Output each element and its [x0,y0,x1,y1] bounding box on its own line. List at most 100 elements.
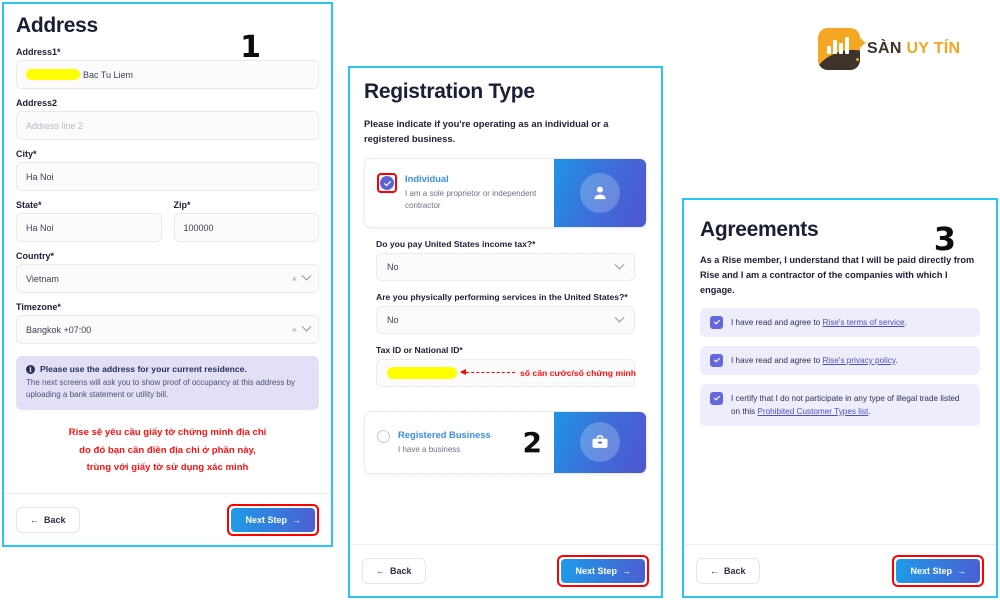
info-heading: Please use the address for your current … [40,364,247,374]
address1-input[interactable]: Bac Tu Liem [16,60,319,89]
chevron-down-icon[interactable] [614,312,625,323]
redaction-block [26,69,80,80]
page-title-address: Address [16,14,98,37]
logo-dot [856,58,859,61]
arrow-right-icon: → [292,514,301,525]
agreements-footer: ← Back Next Step → [684,544,996,596]
arrow-right-icon: → [622,565,631,576]
zip-input[interactable]: 100000 [173,213,319,242]
registration-type-panel: Registration Type Please indicate if you… [348,66,663,598]
bar-chart-icon [827,37,849,54]
agreement-row[interactable]: I have read and agree to Rise's terms of… [700,307,980,337]
agreement-checkbox[interactable] [710,353,723,367]
clear-icon[interactable]: × [292,274,297,284]
question-2-value: No [387,314,399,325]
back-label: Back [724,565,746,576]
back-button[interactable]: ← Back [16,506,80,533]
question-1-label: Do you pay United States income tax?* [376,238,536,249]
individual-art [554,159,646,227]
agreement-checkbox[interactable] [710,391,723,405]
question-2-select[interactable]: No [376,305,635,334]
timezone-value: Bangkok +07:00 [26,324,92,335]
next-step-highlight: Next Step → [227,503,319,536]
address-annotation: Rise sẽ yêu cầu giấy tờ chứng minh địa c… [16,424,319,477]
taxid-annotation-text: số căn cước/số chứng minh [520,367,636,378]
arrow-right-icon: → [957,565,966,576]
check-icon [383,180,391,186]
agreements-lead: As a Rise member, I understand that I wi… [700,255,975,296]
agreement-text-before: I have read and agree to [731,317,823,327]
individual-option-card[interactable]: Individual I am a sole proprietor or ind… [364,158,647,228]
address-footer: ← Back Next Step → [4,493,331,545]
next-step-button[interactable]: Next Step → [561,558,645,583]
back-label: Back [44,514,66,525]
timezone-label: Timezone* [16,302,61,312]
annotation-line-3: trùng với giấy tờ sử dụng xác minh [86,462,249,474]
agreement-row[interactable]: I have read and agree to Rise's privacy … [700,345,980,375]
question-1-value: No [387,261,399,272]
chevron-down-icon[interactable] [301,270,312,281]
agreement-checkbox[interactable] [710,315,723,329]
country-label: Country* [16,251,54,261]
timezone-select[interactable]: Bangkok +07:00 × [16,315,319,344]
agreement-link[interactable]: Rise's terms of service [823,318,905,327]
arrow-left-icon: ← [710,565,719,576]
chevron-down-icon[interactable] [301,321,312,332]
brand-name-part1: SÀN [867,40,902,57]
question-1-select[interactable]: No [376,252,635,281]
next-step-highlight: Next Step → [557,554,649,587]
back-button[interactable]: ← Back [362,557,426,584]
brand-name: SÀN UY TÍN [867,40,960,58]
next-step-button[interactable]: Next Step → [231,507,315,532]
residence-info-box: i Please use the address for your curren… [16,356,319,410]
country-value: Vietnam [26,273,59,284]
sparkle-icon: ✦ [854,34,869,54]
next-step-button[interactable]: Next Step → [896,558,980,583]
brand-name-part2: UY TÍN [906,40,961,57]
state-label: State* [16,200,42,210]
info-icon: i [26,364,35,374]
business-radio[interactable] [377,429,390,443]
next-step-highlight: Next Step → [892,554,984,587]
chevron-down-icon[interactable] [614,259,625,270]
country-select[interactable]: Vietnam × [16,264,319,293]
taxid-input[interactable]: số căn cước/số chứng minh [376,358,636,387]
registration-footer: ← Back Next Step → [350,544,661,596]
business-option-card[interactable]: Registered Business I have a business 2 [364,410,647,474]
agreement-link[interactable]: Rise's privacy policy [823,356,896,365]
address1-value: Bac Tu Liem [83,69,134,80]
agreement-text-after: . [904,317,907,327]
info-body: The next screens will ask you to show pr… [26,378,296,399]
page-title-registration: Registration Type [364,80,535,103]
address1-label: Address1* [16,47,61,57]
person-icon [594,186,606,200]
agreements-panel: Agreements 3 As a Rise member, I underst… [682,198,998,598]
address-panel: Address 1 Address1* Bac Tu Liem Address2… [2,2,333,547]
city-input[interactable]: Ha Noi [16,162,319,191]
individual-subtitle: I am a sole proprietor or independent co… [405,189,537,211]
taxid-annotation: số căn cước/số chứng minh [460,367,636,378]
annotation-line-2: do đó bạn cần điền địa chỉ ở phần này, [79,444,256,456]
business-title: Registered Business [398,428,491,440]
state-input[interactable]: Ha Noi [16,213,162,242]
brand-logo: ✦ SÀN UY TÍN [818,28,960,70]
zip-label: Zip* [173,200,191,210]
step-number-2: 2 [522,425,542,459]
briefcase-icon [592,435,608,449]
individual-title: Individual [405,173,449,185]
individual-checkbox[interactable] [380,176,394,191]
business-art [554,411,646,473]
agreement-text-after: . [868,406,871,416]
screenshot-root: Address 1 Address1* Bac Tu Liem Address2… [0,0,1000,600]
address2-input[interactable]: Address line 2 [16,111,319,140]
agreement-link[interactable]: Prohibited Customer Types list [757,407,868,416]
back-button[interactable]: ← Back [696,557,760,584]
agreement-text-before: I have read and agree to [731,355,823,365]
question-2-label: Are you physically performing services i… [376,291,628,302]
redaction-block [387,366,457,379]
address2-label: Address2 [16,98,58,108]
clear-icon[interactable]: × [292,325,297,335]
agreement-row[interactable]: I certify that I do not participate in a… [700,383,980,427]
arrow-left-icon [460,369,515,376]
registration-lead: Please indicate if you're operating as a… [364,118,609,145]
